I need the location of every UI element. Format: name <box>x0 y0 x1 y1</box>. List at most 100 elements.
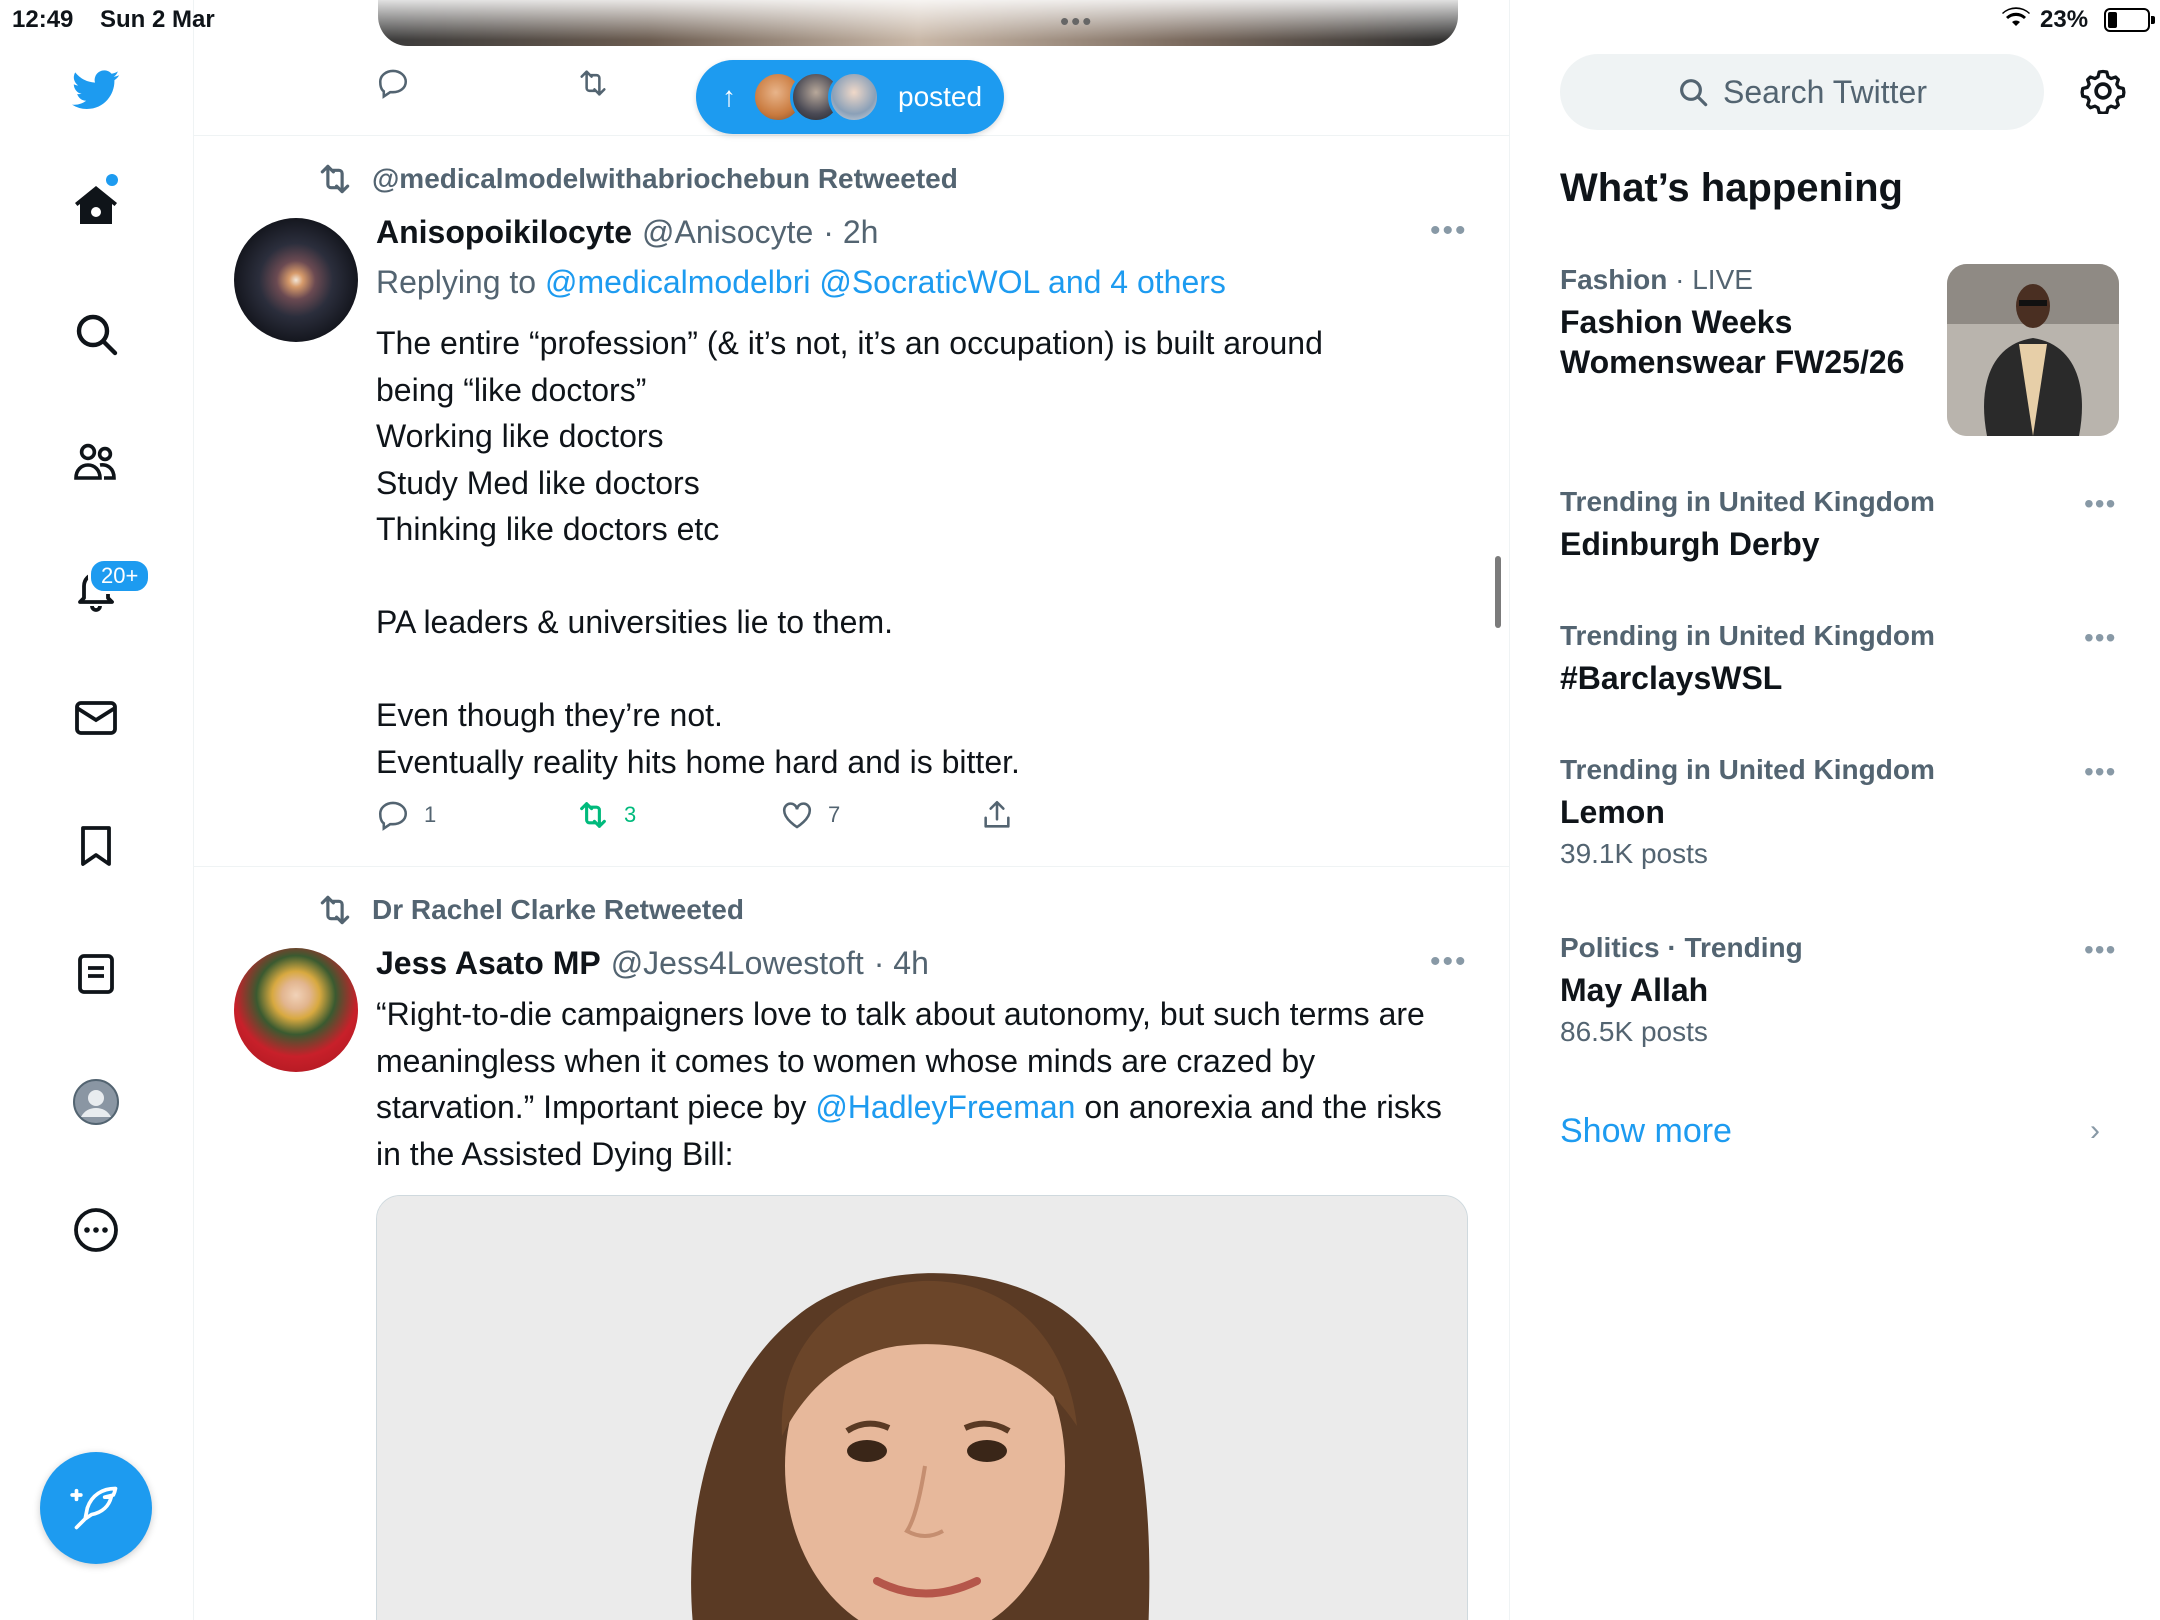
replying-to-mentions[interactable]: @medicalmodelbri @SocraticWOL and 4 othe… <box>545 264 1226 300</box>
retweeted-by-label[interactable]: @medicalmodelwithabriochebun Retweeted <box>372 163 958 195</box>
like-button[interactable]: 7 <box>780 798 980 832</box>
new-posts-label: posted <box>898 81 983 112</box>
trend-topic: Fashion Weeks Womenswear FW25/26 <box>1560 304 1905 380</box>
retweet-icon <box>320 164 350 194</box>
tweet-text-line: Working like doctors <box>376 418 664 454</box>
tweet-time: · 2h <box>823 214 879 250</box>
trend-more-icon[interactable]: ••• <box>2084 934 2116 966</box>
notifications-badge: 20+ <box>88 558 152 594</box>
retweet-icon <box>580 802 606 828</box>
share-button[interactable] <box>980 798 1014 832</box>
trend-live-label: · LIVE <box>1667 264 1753 295</box>
link-card-image[interactable] <box>376 1195 1468 1620</box>
trend-topic: #BarclaysWSL <box>1560 660 1783 696</box>
search-placeholder: Search Twitter <box>1723 73 1927 110</box>
avatar[interactable] <box>234 948 358 1072</box>
trend-thumbnail-image[interactable] <box>1947 264 2119 436</box>
trend-more-icon[interactable]: ••• <box>2084 622 2116 654</box>
more-options-icon[interactable] <box>68 1202 124 1258</box>
tweet[interactable]: Dr Rachel Clarke Retweeted Jess Asato MP… <box>194 867 1509 1620</box>
author-handle[interactable]: @Jess4Lowestoft <box>611 945 864 982</box>
retweet-icon <box>320 895 350 925</box>
battery-icon <box>2104 8 2155 32</box>
trend-post-count: 39.1K posts <box>1560 838 1708 869</box>
tweet-text-line: Thinking like doctors etc <box>376 511 720 547</box>
trend-topic: May Allah <box>1560 972 1709 1008</box>
tweet-mention[interactable]: @HadleyFreeman <box>815 1089 1075 1125</box>
trend-more-icon[interactable]: ••• <box>2084 756 2116 788</box>
chevron-right-icon[interactable]: › <box>2090 1114 2100 1148</box>
tweet-time: · 4h <box>873 945 929 981</box>
tweet-text: “Right-to-die campaigners love to talk a… <box>376 991 1456 1177</box>
trend-item[interactable]: Trending in United Kingdom Edinburgh Der… <box>1560 486 2120 564</box>
avatar <box>828 71 880 123</box>
tweet[interactable]: @medicalmodelwithabriochebun Retweeted A… <box>194 136 1509 866</box>
new-posts-pill[interactable]: ↑ posted <box>696 60 1004 134</box>
messages-envelope-icon[interactable] <box>68 690 124 746</box>
tweet-text-line <box>376 553 1456 600</box>
tweet-header: Jess Asato MP @Jess4Lowestoft · 4h <box>376 945 929 982</box>
author-name[interactable]: Jess Asato MP <box>376 945 601 982</box>
retweet-button[interactable]: 3 <box>576 798 780 832</box>
home-unread-dot <box>106 174 118 186</box>
tweet-more-icon[interactable]: ••• <box>1430 214 1468 248</box>
retweeted-by-label[interactable]: Dr Rachel Clarke Retweeted <box>372 894 744 926</box>
trend-category: Politics · Trending <box>1560 932 1803 963</box>
tweet-header: Anisopoikilocyte @Anisocyte · 2h <box>376 214 878 251</box>
tweet-more-icon[interactable]: ••• <box>1430 945 1468 979</box>
tweet-text: The entire “profession” (& it’s not, it’… <box>376 320 1456 785</box>
like-count: 7 <box>828 802 841 827</box>
status-time: 12:49 <box>12 6 74 33</box>
reply-icon <box>378 801 408 831</box>
left-navigation: 20+ <box>0 0 194 1620</box>
author-handle[interactable]: @Anisocyte <box>642 214 813 251</box>
compose-tweet-button[interactable] <box>40 1452 152 1564</box>
battery-percentage: 23% <box>2040 6 2089 33</box>
tweet-text-line: PA leaders & universities lie to them. <box>376 604 893 640</box>
tweet-text-line: Eventually reality hits home hard and is… <box>376 743 1020 780</box>
twitter-logo-icon[interactable] <box>68 62 124 118</box>
multitask-dots-icon[interactable]: ••• <box>1060 6 1093 37</box>
trend-more-icon[interactable]: ••• <box>2084 488 2116 520</box>
trend-category: Trending in United Kingdom <box>1560 486 1935 517</box>
profile-avatar-icon[interactable] <box>68 1074 124 1130</box>
timeline[interactable]: ↑ posted @medicalmodelwithabriochebun Re… <box>194 0 1510 1620</box>
reply-count: 1 <box>424 802 437 827</box>
author-name[interactable]: Anisopoikilocyte <box>376 214 632 251</box>
search-icon <box>1680 79 1708 107</box>
compose-feather-icon <box>70 1486 118 1530</box>
explore-search-icon[interactable] <box>68 306 124 362</box>
scrollbar-thumb[interactable] <box>1495 556 1501 628</box>
retweet-context: Dr Rachel Clarke Retweeted <box>316 891 744 929</box>
retweet-context: @medicalmodelwithabriochebun Retweeted <box>316 160 958 198</box>
trend-topic: Lemon <box>1560 794 1665 830</box>
right-sidebar: Search Twitter What’s happening Fashion … <box>1510 0 2160 1620</box>
communities-icon[interactable] <box>68 434 124 490</box>
replying-to: Replying to @medicalmodelbri @SocraticWO… <box>376 264 1226 301</box>
home-icon[interactable] <box>68 178 124 234</box>
trend-category: Trending in United Kingdom <box>1560 620 1935 651</box>
new-posts-avatars <box>752 71 880 123</box>
share-icon <box>984 800 1010 828</box>
trend-topic: Edinburgh Derby <box>1560 526 1820 562</box>
lists-icon[interactable] <box>68 946 124 1002</box>
portrait-photo <box>377 1196 1467 1620</box>
show-more-link[interactable]: Show more <box>1560 1112 1732 1151</box>
reply-button[interactable]: 1 <box>376 798 576 832</box>
whats-happening-title: What’s happening <box>1560 166 1903 210</box>
tweet-text-line: The entire “profession” (& it’s not, it’… <box>376 325 1323 361</box>
status-date: Sun 2 Mar <box>100 6 215 33</box>
trend-item[interactable]: Politics · Trending May Allah 86.5K post… <box>1560 932 2120 1048</box>
avatar[interactable] <box>234 218 358 342</box>
settings-gear-icon[interactable] <box>2078 66 2128 116</box>
search-input[interactable]: Search Twitter <box>1560 54 2044 130</box>
trend-item[interactable]: Trending in United Kingdom #BarclaysWSL <box>1560 620 2120 698</box>
trend-category: Trending in United Kingdom <box>1560 754 1935 785</box>
bookmarks-icon[interactable] <box>68 818 124 874</box>
retweet-icon[interactable] <box>576 66 610 100</box>
previous-tweet-actions <box>376 66 610 100</box>
trend-item[interactable]: Trending in United Kingdom Lemon 39.1K p… <box>1560 754 2120 870</box>
arrow-up-icon: ↑ <box>722 81 736 112</box>
reply-icon[interactable] <box>376 66 410 100</box>
heart-icon <box>782 802 812 829</box>
